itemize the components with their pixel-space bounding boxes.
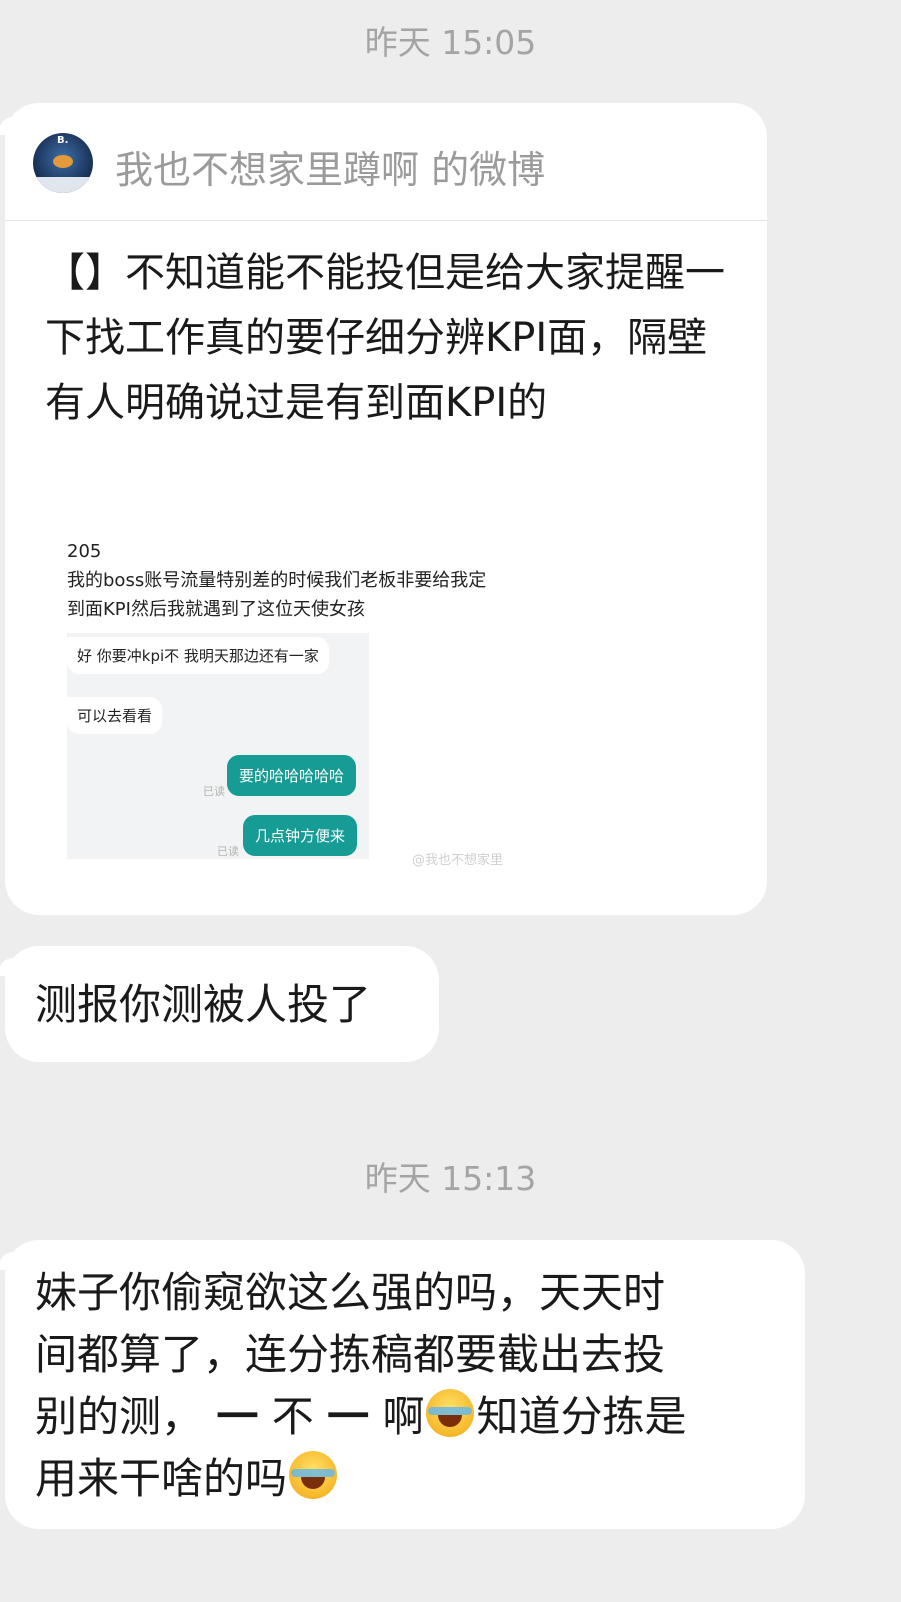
message-fragment: 用来干啥的吗 (35, 1454, 288, 1503)
timestamp: 昨天 15:13 (364, 1159, 537, 1198)
message-line: 间都算了，连分拣稿都要截出去投 (35, 1330, 666, 1379)
image-incoming-msg: 可以去看看 (67, 697, 163, 734)
image-outgoing-msg: 几点钟方便来 (243, 815, 358, 856)
image-incoming-msg: 好 你要冲kpi不 我明天那边还有一家 (67, 637, 329, 674)
image-outgoing-msg: 要的哈哈哈哈哈 (227, 755, 357, 796)
message-fragment: 一 (216, 1392, 259, 1441)
message-line: 别的测， 一 不 一 啊 知道分拣是 (35, 1386, 775, 1448)
bubble-tail (0, 1252, 15, 1270)
bubble-tail (0, 958, 15, 976)
message-text: 测报你测被人投了 (35, 980, 372, 1029)
message-line: 妹子你偷窥欲这么强的吗，天天时 (35, 1268, 666, 1317)
read-label: 已读 (217, 845, 239, 858)
message-text: 妹子你偷窥欲这么强的吗，天天时 间都算了，连分拣稿都要截出去投 别的测， 一 不… (35, 1262, 775, 1510)
image-chat-screenshot: 好 你要冲kpi不 我明天那边还有一家 可以去看看 已读 要的哈哈哈哈哈 已读 … (67, 633, 369, 859)
image-caption-text: 我的boss账号流量特别差的时候我们老板非要给我定到面KPI然后我就遇到了这位天… (67, 570, 487, 620)
chat-message-bubble[interactable]: 测报你测被人投了 (0, 946, 439, 1062)
avatar[interactable]: B. (33, 133, 93, 193)
message-fragment: 别的测， (35, 1392, 217, 1441)
face-with-tears-of-joy-icon (289, 1451, 338, 1499)
chat-message-bubble[interactable]: 妹子你偷窥欲这么强的吗，天天时 间都算了，连分拣稿都要截出去投 别的测， 一 不… (0, 1240, 805, 1529)
image-number: 205 (67, 541, 102, 562)
card-source-title: 我也不想家里蹲啊 的微博 (115, 148, 546, 192)
face-with-tears-of-joy-icon (426, 1389, 475, 1437)
card-header[interactable]: B. 我也不想家里蹲啊 的微博 (5, 103, 767, 221)
message-fragment: 一 (327, 1392, 370, 1441)
image-caption: 205 我的boss账号流量特别差的时候我们老板非要给我定到面KPI然后我就遇到… (67, 537, 503, 624)
shared-weibo-card[interactable]: B. 我也不想家里蹲啊 的微博 【】不知道能不能投但是给大家提醒一下找工作真的要… (0, 103, 767, 915)
message-fragment: 不 (258, 1392, 328, 1441)
card-body-text: 【】不知道能不能投但是给大家提醒一下找工作真的要仔细分辨KPI面，隔壁有人明确说… (45, 250, 725, 426)
message-fragment: 知道分拣是 (476, 1392, 687, 1441)
post-image[interactable]: 205 我的boss账号流量特别差的时候我们老板非要给我定到面KPI然后我就遇到… (63, 533, 503, 878)
read-label: 已读 (203, 785, 225, 798)
timestamp: 昨天 15:05 (364, 23, 537, 62)
weibo-watermark: @我也不想家里 (411, 853, 503, 868)
message-fragment: 啊 (369, 1392, 425, 1441)
message-line: 用来干啥的吗 (35, 1448, 775, 1510)
